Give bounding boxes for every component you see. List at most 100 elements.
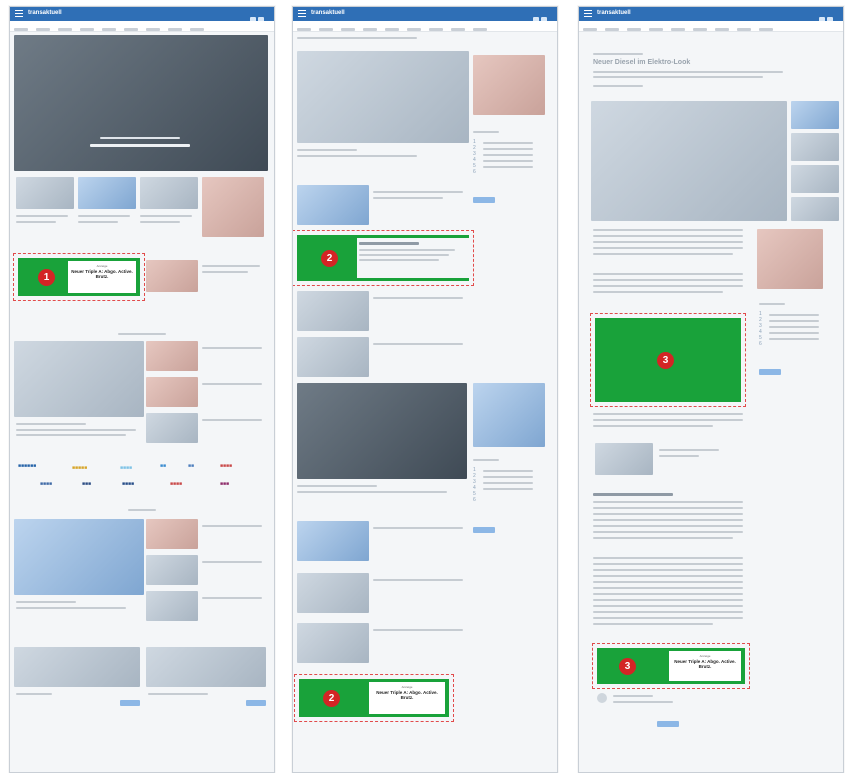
nav-item[interactable] bbox=[385, 28, 399, 31]
feature-image[interactable] bbox=[14, 519, 144, 595]
teaser-image[interactable] bbox=[297, 521, 369, 561]
teaser-title[interactable] bbox=[202, 271, 248, 273]
nav-item[interactable] bbox=[759, 28, 773, 31]
brand-logo[interactable]: transaktuell bbox=[28, 10, 62, 16]
teaser-title[interactable] bbox=[202, 265, 260, 267]
gallery-thumb[interactable] bbox=[791, 101, 839, 129]
teaser-image[interactable] bbox=[297, 573, 369, 613]
nav-item[interactable] bbox=[693, 28, 707, 31]
nav-item[interactable] bbox=[583, 28, 597, 31]
teaser-title[interactable] bbox=[16, 215, 68, 217]
teaser-image[interactable] bbox=[297, 291, 369, 331]
author-avatar[interactable] bbox=[597, 693, 607, 703]
menu-icon[interactable] bbox=[584, 10, 592, 17]
teaser-image[interactable] bbox=[297, 185, 369, 225]
nav-item[interactable] bbox=[737, 28, 751, 31]
author-name[interactable] bbox=[613, 695, 653, 697]
nav-item[interactable] bbox=[80, 28, 94, 31]
magazine-image[interactable] bbox=[146, 647, 266, 687]
teaser-title[interactable] bbox=[373, 297, 463, 299]
ad-banner[interactable]: Anzeige Neuer Triple A: Abgo. Active. Br… bbox=[592, 643, 750, 689]
teaser-image[interactable] bbox=[146, 377, 198, 407]
teaser-image[interactable] bbox=[146, 260, 198, 292]
teaser-image[interactable] bbox=[297, 623, 369, 663]
ad-banner[interactable]: Anzeige Neuer Triple A: Abgo. Active. Br… bbox=[13, 253, 145, 301]
teaser-image[interactable] bbox=[140, 177, 198, 209]
ad-banner[interactable]: Anzeige Neuer Triple A: Abgo. Active. Br… bbox=[294, 674, 454, 722]
teaser-image[interactable] bbox=[78, 177, 136, 209]
teaser-title[interactable] bbox=[373, 191, 463, 193]
teaser-title[interactable] bbox=[373, 197, 443, 199]
article-image[interactable] bbox=[297, 51, 469, 143]
ranking-item[interactable] bbox=[769, 320, 819, 322]
nav-item[interactable] bbox=[473, 28, 487, 31]
nav-item[interactable] bbox=[58, 28, 72, 31]
related-title[interactable] bbox=[659, 449, 719, 451]
nav-item[interactable] bbox=[407, 28, 421, 31]
more-button[interactable] bbox=[759, 369, 781, 375]
sidebar-image[interactable] bbox=[473, 55, 545, 115]
gallery-thumb[interactable] bbox=[791, 165, 839, 193]
more-button[interactable] bbox=[657, 721, 679, 727]
nav-item[interactable] bbox=[649, 28, 663, 31]
sidebar-image[interactable] bbox=[757, 229, 823, 289]
partner-logo[interactable]: ■■ bbox=[160, 463, 166, 469]
partner-logo[interactable]: ■■■■ bbox=[40, 481, 52, 487]
teaser-title[interactable] bbox=[373, 343, 463, 345]
partner-logo[interactable]: ■■ bbox=[188, 463, 194, 469]
hero-image[interactable] bbox=[14, 35, 268, 171]
gallery-thumb[interactable] bbox=[791, 133, 839, 161]
more-button[interactable] bbox=[473, 197, 495, 203]
ranking-item[interactable] bbox=[483, 154, 533, 156]
teaser-image[interactable] bbox=[146, 413, 198, 443]
partner-logo[interactable]: ■■■■ bbox=[170, 481, 182, 487]
teaser-title[interactable] bbox=[16, 221, 56, 223]
nav-item[interactable] bbox=[102, 28, 116, 31]
ranking-item[interactable] bbox=[483, 476, 533, 478]
ranking-item[interactable] bbox=[483, 166, 533, 168]
feature-image[interactable] bbox=[14, 341, 144, 417]
article-title[interactable] bbox=[297, 149, 357, 151]
ranking-item[interactable] bbox=[769, 332, 819, 334]
brand-logo[interactable]: transaktuell bbox=[597, 10, 631, 16]
nav-item[interactable] bbox=[146, 28, 160, 31]
nav-item[interactable] bbox=[168, 28, 182, 31]
brand-logo[interactable]: transaktuell bbox=[311, 10, 345, 16]
more-button[interactable] bbox=[246, 700, 266, 706]
teaser-title[interactable] bbox=[202, 419, 262, 421]
ad-rectangle[interactable]: 3 bbox=[590, 313, 746, 407]
teaser-image[interactable] bbox=[146, 591, 198, 621]
ranking-item[interactable] bbox=[483, 160, 533, 162]
ad-banner[interactable]: 2 bbox=[293, 230, 474, 286]
teaser-title[interactable] bbox=[202, 383, 262, 385]
menu-icon[interactable] bbox=[15, 10, 23, 17]
partner-logo[interactable]: ■■■■ bbox=[120, 465, 132, 471]
nav-item[interactable] bbox=[297, 28, 311, 31]
partner-logo[interactable]: ■■■ bbox=[220, 481, 229, 487]
teaser-image[interactable] bbox=[146, 341, 198, 371]
ranking-item[interactable] bbox=[769, 314, 819, 316]
nav-item[interactable] bbox=[715, 28, 729, 31]
feature-title[interactable] bbox=[16, 423, 86, 425]
magazine-title[interactable] bbox=[16, 693, 52, 695]
partner-logo[interactable]: ■■■■ bbox=[220, 463, 232, 469]
nav-item[interactable] bbox=[671, 28, 685, 31]
nav-item[interactable] bbox=[627, 28, 641, 31]
teaser-image[interactable] bbox=[297, 337, 369, 377]
hero-headline[interactable] bbox=[90, 144, 190, 147]
teaser-image[interactable] bbox=[146, 555, 198, 585]
teaser-title[interactable] bbox=[202, 561, 262, 563]
ranking-item[interactable] bbox=[769, 326, 819, 328]
teaser-title[interactable] bbox=[140, 215, 192, 217]
gallery-thumb[interactable] bbox=[791, 197, 839, 221]
ranking-item[interactable] bbox=[483, 142, 533, 144]
teaser-title[interactable] bbox=[202, 597, 262, 599]
related-image[interactable] bbox=[595, 443, 653, 475]
teaser-image[interactable] bbox=[202, 177, 264, 237]
magazine-title[interactable] bbox=[148, 693, 208, 695]
teaser-title[interactable] bbox=[140, 221, 180, 223]
teaser-image[interactable] bbox=[16, 177, 74, 209]
menu-icon[interactable] bbox=[298, 10, 306, 17]
teaser-title[interactable] bbox=[202, 347, 262, 349]
article-hero-image[interactable] bbox=[591, 101, 787, 221]
